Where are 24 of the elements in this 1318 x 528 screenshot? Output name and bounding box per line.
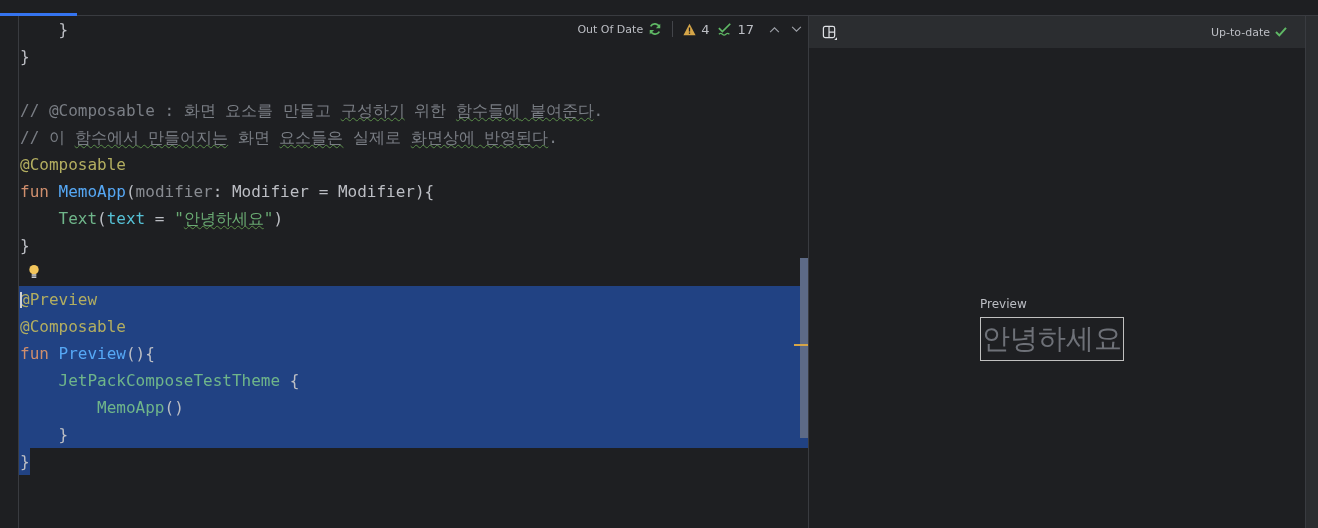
warning-count: 4 — [701, 21, 710, 37]
chevron-down-icon[interactable] — [791, 25, 802, 33]
preview-text: 안녕하세요 — [980, 317, 1124, 361]
warning-icon[interactable] — [683, 22, 697, 36]
check-icon[interactable] — [718, 22, 733, 36]
scrollbar-thumb[interactable] — [800, 258, 808, 438]
refresh-icon[interactable] — [648, 22, 663, 36]
code-line: fun MemoApp(modifier: Modifier = Modifier){ — [19, 181, 435, 203]
check-count: 17 — [737, 21, 754, 37]
code-line: } — [57, 19, 69, 41]
code-line: // @Composable : 화면 요소를 만들고 구성하기 위한 함수들에 붙여준다. — [19, 100, 604, 122]
code-line: } — [19, 235, 30, 257]
chevron-up-icon[interactable] — [769, 25, 780, 33]
status-label: Out Of Date — [577, 22, 644, 36]
warning-marker — [794, 344, 808, 346]
status-label: Up-to-date — [1210, 25, 1270, 39]
lightbulb-icon[interactable] — [28, 264, 40, 279]
code-line: } — [19, 46, 30, 68]
check-icon — [1275, 27, 1287, 37]
layout-icon[interactable] — [822, 24, 837, 40]
code-line: @Composable — [19, 154, 126, 176]
preview-label: Preview — [980, 297, 1028, 311]
code-line: // 이 함수에서 만들어지는 화면 요소들은 실제로 화면상에 반영된다. — [19, 127, 558, 149]
code-line: Text(text = "안녕하세요") — [57, 208, 284, 230]
